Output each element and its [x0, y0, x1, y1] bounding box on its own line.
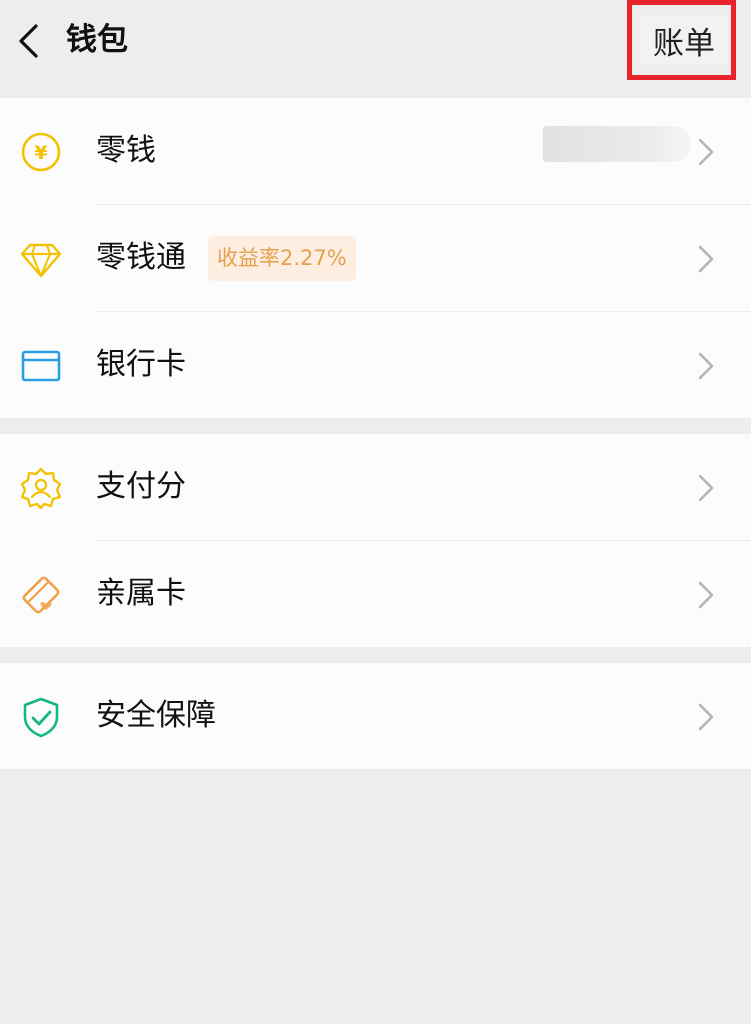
top-bar: 钱包 账单 — [0, 0, 751, 84]
yuan-coin-icon: ¥ — [21, 132, 61, 172]
list-item-pay-score[interactable]: 支付分 — [0, 434, 751, 541]
chevron-right-icon — [698, 703, 714, 731]
chevron-right-icon — [698, 352, 714, 380]
wallet-group-services: 支付分 亲属卡 — [0, 434, 751, 647]
list-item-label: 银行卡 — [96, 347, 186, 382]
svg-text:¥: ¥ — [34, 142, 47, 164]
chevron-right-icon — [698, 581, 714, 609]
wallet-group-security: 安全保障 — [0, 663, 751, 769]
list-item-label: 支付分 — [96, 469, 186, 504]
credit-score-badge-icon — [20, 467, 62, 509]
list-item-label: 安全保障 — [96, 698, 216, 733]
chevron-left-icon — [19, 24, 38, 58]
diamond-icon — [20, 243, 62, 278]
chevron-right-icon — [698, 245, 714, 273]
highlight-box — [627, 0, 736, 80]
chevron-right-icon — [698, 474, 714, 502]
yield-badge: 收益率2.27% — [208, 236, 356, 281]
balance-redacted — [543, 126, 691, 162]
page-title: 钱包 — [66, 22, 128, 58]
list-item-family-card[interactable]: 亲属卡 — [0, 541, 751, 648]
bank-card-icon — [21, 350, 61, 382]
family-card-icon — [22, 576, 60, 614]
list-item-lingqiantong[interactable]: 零钱通 收益率2.27% — [0, 205, 751, 312]
chevron-right-icon — [698, 138, 714, 166]
list-item-label: 零钱 — [96, 133, 156, 168]
list-item-bank-card[interactable]: 银行卡 — [0, 312, 751, 419]
list-item-label: 零钱通 — [96, 240, 186, 275]
shield-check-icon — [23, 697, 59, 738]
list-item-label: 亲属卡 — [96, 576, 186, 611]
wallet-page: 钱包 账单 ¥ 零钱 零钱通 收益率2.27% 银行卡 支付分 亲属卡 安全保障 — [0, 0, 751, 1024]
back-button[interactable] — [10, 18, 46, 64]
list-item-security[interactable]: 安全保障 — [0, 663, 751, 770]
